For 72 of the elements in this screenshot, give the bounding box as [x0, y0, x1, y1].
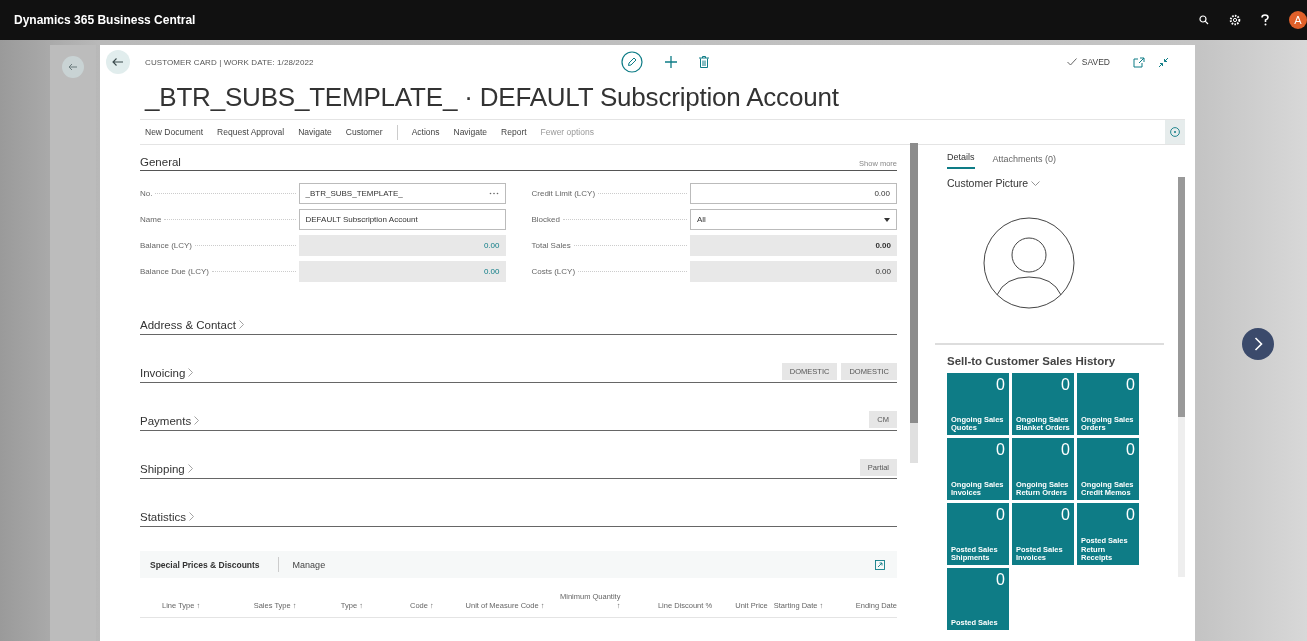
input-field[interactable]: 0.00 [690, 183, 897, 204]
info-icon [1170, 127, 1180, 137]
field-label: Balance Due (LCY) [140, 267, 209, 276]
input-field[interactable]: 0.00 [298, 261, 506, 282]
action-menu-item[interactable]: Report [501, 127, 527, 137]
saved-status: SAVED [1081, 57, 1110, 67]
field-label: Balance (LCY) [140, 241, 193, 250]
input-field[interactable]: 0.00 [690, 261, 897, 282]
input-field[interactable]: 0.00 [690, 235, 897, 256]
expand-icon[interactable] [875, 559, 885, 570]
field-label: Credit Limit (LCY) [531, 189, 596, 198]
input-field[interactable]: 0.00 [298, 235, 506, 256]
factbox-title[interactable]: Customer Picture [947, 177, 1029, 189]
search-icon[interactable] [1199, 15, 1209, 25]
help-icon[interactable] [1261, 14, 1269, 26]
action-menu-item[interactable]: Navigate [298, 127, 332, 137]
section-title[interactable]: General [140, 156, 181, 168]
chevron-right-icon[interactable] [238, 320, 244, 329]
collapse-icon[interactable] [1158, 56, 1169, 68]
section-title[interactable]: Invoicing [140, 367, 186, 379]
delete-icon[interactable] [699, 56, 709, 68]
tile-count: 0 [1125, 506, 1135, 524]
factbox-title: Sell-to Customer Sales History [947, 355, 1117, 367]
manage-menu[interactable]: Manage [292, 559, 326, 570]
field-label: No. [140, 189, 153, 198]
chevron-down-icon[interactable] [1031, 180, 1041, 186]
tile-count: 0 [995, 441, 1005, 459]
open-new-window-icon[interactable] [1133, 56, 1145, 68]
section-title[interactable]: Payments [140, 415, 192, 427]
settings-icon[interactable] [1229, 14, 1241, 26]
scrollbar[interactable] [1178, 177, 1185, 577]
chevron-right-icon[interactable] [188, 368, 194, 377]
chevron-right-icon[interactable] [187, 464, 193, 473]
add-icon[interactable] [665, 56, 677, 68]
action-menu-item[interactable]: Customer [345, 127, 383, 137]
field-label: Costs (LCY) [531, 267, 576, 276]
section-title[interactable]: Shipping [140, 463, 185, 475]
section-title[interactable]: Address & Contact [140, 319, 236, 331]
input-field[interactable]: All [690, 209, 897, 230]
tile-count: 0 [1060, 376, 1070, 394]
chevron-right-icon[interactable] [189, 512, 194, 521]
field-label: Total Sales [531, 241, 571, 250]
tile-count: 0 [995, 376, 1005, 394]
input-field[interactable]: DEFAULT Subscription Account [298, 209, 506, 230]
info-button[interactable] [1165, 120, 1185, 144]
action-menu-item[interactable]: New Document [145, 127, 204, 137]
tile-count: 0 [1125, 441, 1135, 459]
action-menu-item[interactable]: Actions [411, 127, 440, 137]
tile-count: 0 [1125, 376, 1135, 394]
breadcrumb: CUSTOMER CARD | WORK DATE: 1/28/2022 [145, 57, 315, 67]
page-title: _BTR_SUBS_TEMPLATE_ · DEFAULT Subscription Account [145, 81, 840, 114]
action-menu-item[interactable]: Request Approval [217, 127, 285, 137]
edit-icon[interactable] [621, 51, 643, 73]
user-avatar[interactable]: A [1289, 11, 1307, 29]
factbox-tab[interactable]: Attachments (0) [992, 154, 1057, 169]
subpage-title[interactable]: Special Prices & Discounts [150, 559, 260, 570]
section-title[interactable]: Statistics [140, 511, 186, 523]
field-label: Blocked [531, 215, 560, 224]
dropdown-arrow-icon[interactable] [884, 217, 890, 222]
tile-count: 0 [995, 571, 1005, 589]
factbox-tab[interactable]: Details [947, 152, 975, 169]
more-options-icon[interactable] [488, 192, 499, 195]
input-field[interactable]: _BTR_SUBS_TEMPLATE_ [298, 183, 506, 204]
tile-count: 0 [995, 506, 1005, 524]
field-label: Name [140, 215, 162, 224]
tile-count: 0 [1060, 441, 1070, 459]
checkmark-icon [1066, 58, 1077, 66]
tile-count: 0 [1060, 506, 1070, 524]
app-title[interactable]: Dynamics 365 Business Central [14, 13, 196, 27]
chevron-right-icon[interactable] [194, 416, 200, 425]
action-menu-item[interactable]: Navigate [453, 127, 488, 137]
scrollbar[interactable] [910, 143, 918, 463]
